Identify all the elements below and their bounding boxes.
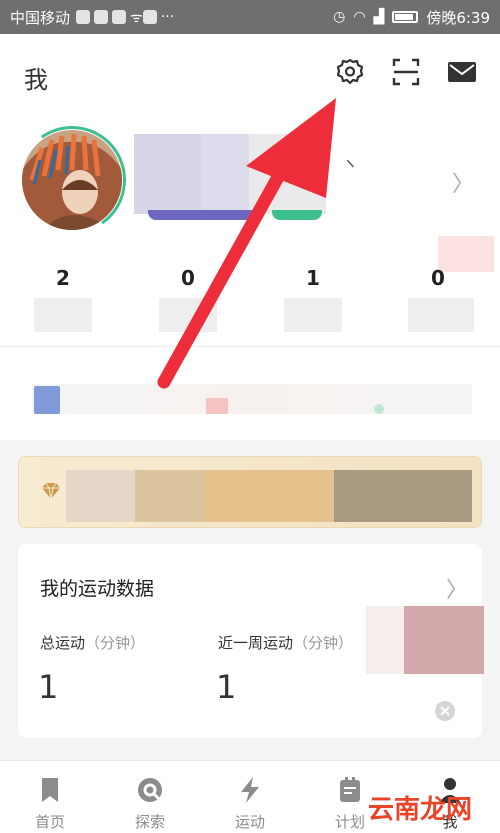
overflow-dots-icon: ···: [160, 9, 175, 25]
metric-name: 总运动: [40, 634, 86, 652]
chevron-right-icon[interactable]: 〉: [446, 572, 468, 604]
stat-value: 0: [431, 266, 445, 290]
total-sport-value: 1: [38, 668, 59, 706]
plan-icon: [340, 777, 360, 802]
page-title: 我: [24, 66, 48, 94]
feature-icon: [374, 404, 384, 414]
tab-home[interactable]: 首页: [10, 775, 90, 832]
tab-label: 首页: [34, 813, 65, 831]
watermark: 云南龙网: [362, 785, 496, 827]
notification-icon: [94, 10, 109, 24]
notification-icon: [76, 10, 91, 24]
week-sport-value: 1: [216, 668, 237, 706]
scan-icon[interactable]: [390, 56, 422, 88]
carrier-label: 中国移动: [10, 8, 71, 27]
tab-sport[interactable]: 运动: [210, 775, 290, 832]
tab-label: 探索: [134, 813, 165, 831]
notification-icon: ᯤ: [130, 9, 143, 26]
stat-value: 0: [181, 266, 195, 290]
stat-item[interactable]: 0: [408, 266, 474, 332]
status-bar: 中国移动 ᯤ ··· ◷ ◠ ▟ 傍晚6:39: [0, 0, 500, 34]
clock: 傍晚6:39: [426, 8, 490, 27]
vip-badge: [272, 210, 322, 220]
battery-icon: [392, 11, 419, 23]
wifi-icon: ◠: [353, 9, 366, 25]
week-sport-label: 近一周运动（分钟）: [218, 632, 353, 653]
metric-name: 近一周运动: [218, 634, 294, 652]
notification-icon: [142, 10, 157, 24]
mail-icon[interactable]: [446, 56, 478, 88]
bookmark-icon: [42, 778, 58, 802]
metric-unit: （分钟）: [293, 634, 354, 652]
level-badge: [148, 210, 256, 220]
stat-value: 2: [56, 266, 70, 290]
settings-icon[interactable]: [334, 56, 366, 88]
signal-icon: ▟: [373, 9, 385, 25]
header: 我: [0, 34, 500, 114]
book-icon: [34, 386, 60, 414]
stat-label-redacted: [159, 298, 217, 332]
watermark-text: 云南龙网: [368, 795, 473, 825]
stat-value: 1: [306, 266, 320, 290]
alarm-icon: ◷: [333, 9, 346, 25]
redacted-block: [366, 606, 404, 674]
stat-item[interactable]: 2: [33, 266, 93, 332]
stat-label-redacted: [408, 298, 474, 332]
card-title: 我的运动数据: [40, 578, 155, 600]
divider: [0, 346, 500, 347]
diamond-icon: [42, 482, 60, 500]
username-redacted: [134, 134, 326, 214]
close-icon[interactable]: [434, 700, 456, 722]
metric-unit: （分钟）: [85, 634, 146, 652]
stat-item[interactable]: 1: [283, 266, 343, 332]
stat-item[interactable]: 0: [158, 266, 218, 332]
lightning-icon: [241, 777, 259, 803]
redacted-block: [404, 606, 484, 674]
vip-banner-redacted: [66, 470, 472, 522]
stat-label-redacted: [34, 298, 92, 332]
feature-icon: [206, 398, 228, 414]
chevron-right-icon[interactable]: 〉: [452, 166, 474, 198]
notification-icon: [112, 10, 127, 24]
status-right: ◷ ◠ ▟ 傍晚6:39: [333, 7, 490, 28]
tab-explore[interactable]: 探索: [110, 775, 190, 832]
avatar[interactable]: [22, 130, 122, 230]
total-sport-label: 总运动（分钟）: [40, 632, 145, 653]
stat-label-redacted: [284, 298, 342, 332]
edit-mark-icon: ヽ: [342, 154, 359, 173]
explore-icon: [138, 778, 162, 802]
feature-row-redacted[interactable]: [32, 384, 472, 414]
tab-label: 运动: [234, 813, 265, 831]
